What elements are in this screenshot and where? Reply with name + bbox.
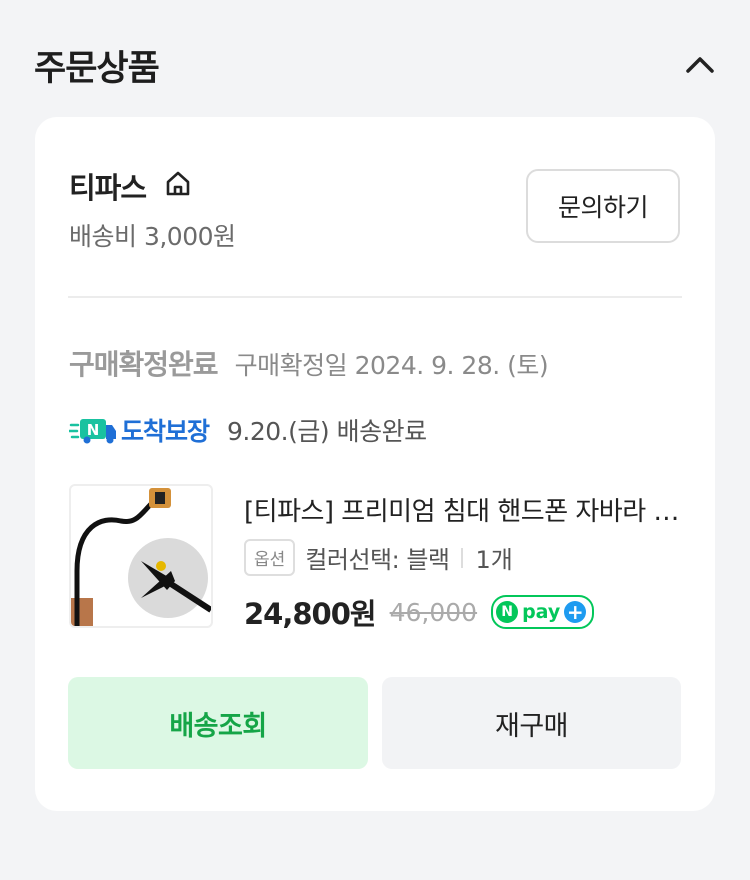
npay-badge: N pay + — [491, 595, 595, 629]
sale-price: 24,800원 — [244, 597, 377, 631]
quantity: 1개 — [475, 546, 513, 574]
option-separator — [461, 547, 464, 568]
product-thumbnail[interactable] — [69, 484, 213, 628]
npay-label: pay — [522, 601, 561, 623]
shipping-fee: 배송비 3,000원 — [69, 222, 236, 251]
confirm-date: 구매확정일 2024. 9. 28. (토) — [234, 351, 549, 380]
track-delivery-button[interactable]: 배송조회 — [68, 677, 368, 769]
product-name[interactable]: [티파스] 프리미엄 침대 핸드폰 자바라 거치대 — [244, 491, 684, 528]
naver-n-icon: N — [496, 601, 519, 623]
rebuy-button[interactable]: 재구매 — [382, 677, 681, 769]
svg-text:N: N — [87, 421, 100, 439]
plus-icon: + — [564, 601, 587, 623]
option-text: 컬러선택: 블랙 — [305, 546, 450, 574]
inquiry-button[interactable]: 문의하기 — [526, 169, 680, 243]
product-option: 옵션 컬러선택: 블랙 1개 — [244, 539, 513, 576]
price-row: 24,800원 46,000 N pay + — [244, 591, 595, 633]
divider — [68, 296, 682, 298]
seller-name[interactable]: 티파스 — [69, 165, 147, 207]
chevron-up-icon[interactable] — [684, 50, 716, 78]
delivery-row: N 도착보장 9.20.(금) 배송완료 — [67, 413, 427, 447]
delivery-guarantee-badge: 도착보장 — [121, 417, 210, 446]
order-status-row: 구매확정완료 구매확정일 2024. 9. 28. (토) — [69, 343, 549, 383]
section-header: 주문상품 — [34, 36, 716, 96]
original-price: 46,000 — [389, 597, 478, 627]
section-title: 주문상품 — [34, 49, 160, 89]
order-status: 구매확정완료 — [69, 348, 219, 381]
home-icon[interactable] — [163, 169, 193, 199]
option-tag: 옵션 — [244, 539, 296, 576]
order-card: 티파스 배송비 3,000원 문의하기 구매확정완료 구매확정일 2024. 9… — [35, 117, 715, 811]
delivery-status: 9.20.(금) 배송완료 — [227, 417, 427, 446]
delivery-truck-icon: N — [67, 415, 117, 445]
